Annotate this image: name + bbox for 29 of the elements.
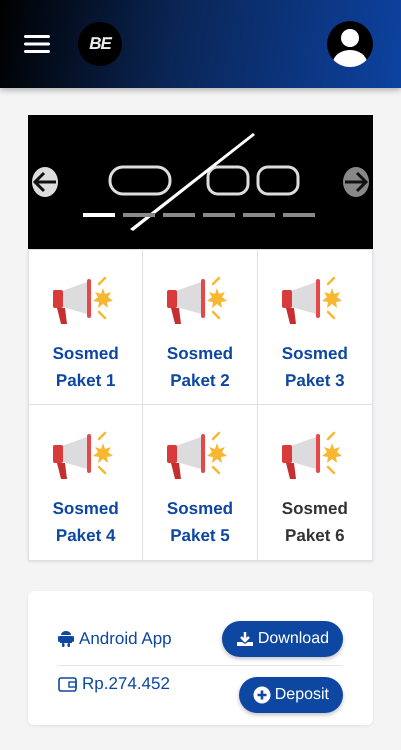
balance-amount: Rp.274.452: [82, 674, 170, 694]
package-tile[interactable]: Sosmed Paket 5: [143, 405, 258, 560]
deposit-button[interactable]: Deposit: [238, 677, 343, 713]
slide-indicator[interactable]: [203, 213, 235, 217]
download-icon: [236, 631, 254, 647]
package-tile[interactable]: Sosmed Paket 4: [29, 405, 144, 560]
menu-icon[interactable]: [24, 34, 50, 54]
package-tile[interactable]: Sosmed Paket 2: [143, 250, 258, 405]
package-label: Sosmed Paket 1: [52, 343, 119, 392]
slide-indicator[interactable]: [243, 213, 275, 217]
package-label: Sosmed Paket 6: [282, 498, 348, 547]
plus-icon: [252, 686, 271, 704]
logo[interactable]: BE: [78, 22, 122, 66]
package-tile[interactable]: Sosmed Paket 6: [258, 405, 372, 560]
slide-indicator[interactable]: [283, 213, 315, 217]
package-label: Sosmed Paket 5: [166, 498, 234, 547]
download-button[interactable]: Download: [222, 621, 343, 657]
avatar-icon[interactable]: [327, 21, 373, 67]
package-label: Sosmed Paket 4: [52, 498, 119, 547]
android-icon: [58, 630, 74, 648]
package-label: Sosmed Paket 3: [282, 343, 348, 392]
slide-indicator[interactable]: [163, 213, 195, 217]
package-tile[interactable]: Sosmed Paket 1: [29, 250, 144, 405]
android-app-label: Android App: [79, 629, 172, 649]
slide-indicator[interactable]: [123, 213, 155, 217]
package-tile[interactable]: Sosmed Paket 3: [258, 250, 372, 405]
wallet-icon: [58, 676, 77, 692]
package-label: Sosmed Paket 2: [166, 343, 234, 392]
slide-indicator[interactable]: [83, 213, 115, 217]
